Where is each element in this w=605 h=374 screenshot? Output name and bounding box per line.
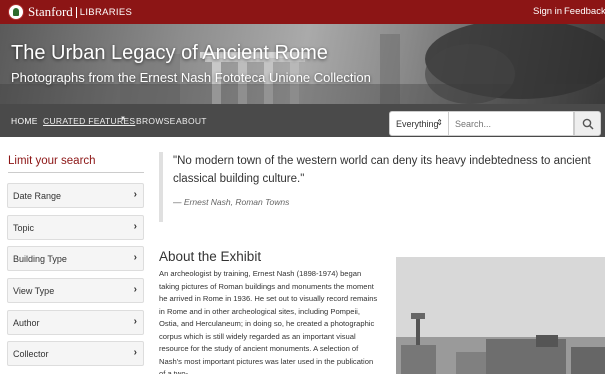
search-button[interactable]	[574, 111, 601, 136]
site-subtitle: Photographs from the Ernest Nash Fototec…	[11, 70, 371, 85]
main-nav: HOME CURATED FEATURES ▼ BROWSE ABOUT Eve…	[0, 104, 605, 137]
chevron-right-icon: ›	[133, 316, 137, 327]
facet-divider	[8, 172, 144, 173]
about-heading: About the Exhibit	[159, 249, 262, 264]
facet-author[interactable]: Author ›	[7, 310, 144, 335]
brand-name: Stanford	[28, 4, 73, 19]
facet-topic[interactable]: Topic ›	[7, 215, 144, 240]
search-input[interactable]	[449, 111, 574, 136]
feedback-link[interactable]: Feedback	[564, 6, 605, 17]
facet-view-type[interactable]: View Type ›	[7, 278, 144, 303]
select-arrows-icon: ⇕	[436, 118, 443, 127]
stanford-seal-icon	[8, 4, 24, 20]
search-scope-select[interactable]: Everything ⇕	[389, 111, 449, 136]
site-title[interactable]: The Urban Legacy of Ancient Rome	[11, 42, 328, 65]
featured-quote: "No modern town of the western world can…	[159, 152, 605, 222]
brand-libraries: LIBRARIES	[79, 6, 133, 18]
quote-text: "No modern town of the western world can…	[173, 155, 591, 185]
facet-label: Topic	[13, 223, 35, 233]
chevron-right-icon: ›	[133, 347, 137, 358]
brand-bar: Stanford LIBRARIES Sign in Feedback	[0, 0, 605, 24]
facet-label: Building Type	[13, 254, 67, 264]
sign-in-link[interactable]: Sign in	[533, 6, 562, 17]
facet-collector[interactable]: Collector ›	[7, 341, 144, 366]
search-scope-value: Everything	[396, 119, 439, 129]
about-paragraph: An archeologist by training, Ernest Nash…	[159, 269, 378, 374]
facet-heading: Limit your search	[8, 155, 96, 167]
magnifier-icon	[582, 118, 594, 130]
nav-about[interactable]: ABOUT	[176, 116, 207, 126]
quote-citation: — Ernest Nash, Roman Towns	[173, 197, 290, 207]
facet-label: Collector	[13, 349, 49, 359]
caret-down-icon: ▼	[120, 116, 126, 122]
facet-label: View Type	[13, 286, 55, 296]
facet-label: Date Range	[13, 191, 62, 201]
chevron-right-icon: ›	[133, 284, 137, 295]
rome-skyline-image	[396, 257, 605, 374]
brand-divider	[75, 6, 77, 18]
nav-home[interactable]: HOME	[11, 116, 38, 126]
chevron-right-icon: ›	[133, 189, 137, 200]
hero-banner: The Urban Legacy of Ancient Rome Photogr…	[0, 24, 605, 104]
facet-building-type[interactable]: Building Type ›	[7, 246, 144, 271]
stanford-libraries-logo[interactable]: Stanford LIBRARIES	[8, 4, 132, 20]
chevron-right-icon: ›	[133, 252, 137, 263]
chevron-right-icon: ›	[133, 221, 137, 232]
exhibit-photo	[396, 257, 605, 374]
facet-date-range[interactable]: Date Range ›	[7, 183, 144, 208]
nav-browse[interactable]: BROWSE	[136, 116, 176, 126]
facet-label: Author	[13, 318, 40, 328]
